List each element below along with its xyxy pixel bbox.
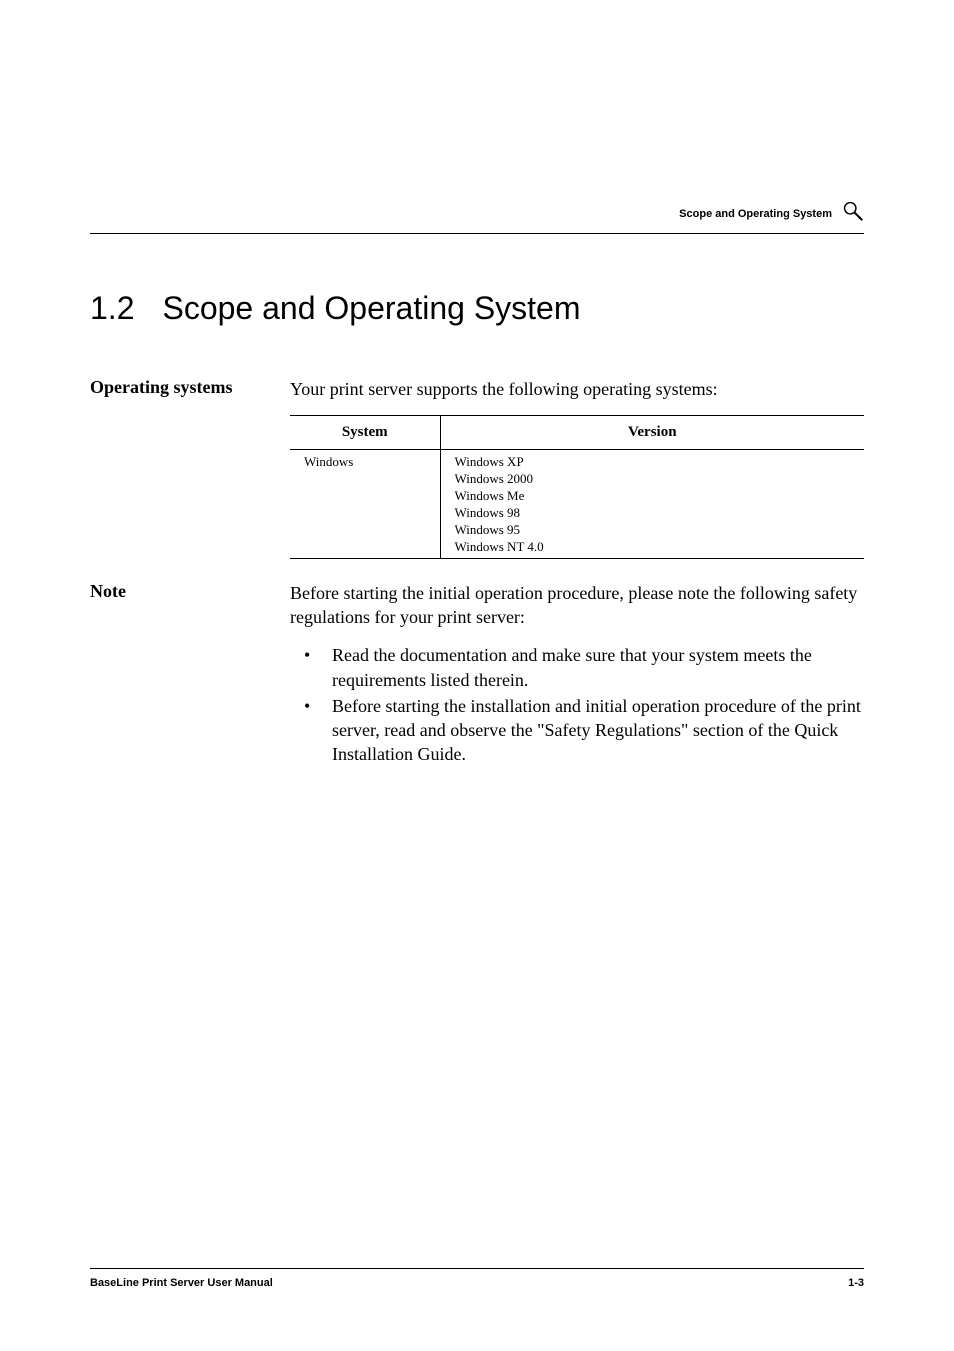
version-item: Windows NT 4.0: [455, 539, 851, 556]
list-item: Before starting the installation and ini…: [290, 694, 864, 767]
os-table: System Version Windows Windows XP Window…: [290, 415, 864, 558]
section-heading: 1.2 Scope and Operating System: [90, 290, 864, 327]
running-header: Scope and Operating System: [90, 200, 864, 234]
footer-row: BaseLine Print Server User Manual 1-3: [90, 1277, 864, 1289]
table-cell-system: Windows: [290, 450, 440, 558]
note-body: Before starting the initial operation pr…: [290, 581, 864, 769]
table-header-version: Version: [440, 416, 864, 450]
magnifier-icon: [842, 200, 864, 227]
operating-systems-row: Operating systems Your print server supp…: [90, 377, 864, 559]
table-header-system: System: [290, 416, 440, 450]
footer-manual-title: BaseLine Print Server User Manual: [90, 1277, 273, 1289]
note-paragraph: Before starting the initial operation pr…: [290, 581, 864, 630]
version-item: Windows Me: [455, 488, 851, 505]
margin-label-note: Note: [90, 581, 290, 769]
footer-page-number: 1-3: [848, 1277, 864, 1289]
note-row: Note Before starting the initial operati…: [90, 581, 864, 769]
version-item: Windows 95: [455, 522, 851, 539]
margin-label-operating-systems: Operating systems: [90, 377, 290, 559]
page-footer: BaseLine Print Server User Manual 1-3: [90, 1268, 864, 1289]
version-item: Windows XP: [455, 454, 851, 471]
operating-systems-body: Your print server supports the following…: [290, 377, 864, 559]
section-title: Scope and Operating System: [162, 290, 580, 326]
intro-paragraph: Your print server supports the following…: [290, 377, 864, 401]
note-bullet-list: Read the documentation and make sure tha…: [290, 643, 864, 766]
list-item: Read the documentation and make sure tha…: [290, 643, 864, 692]
document-page: Scope and Operating System 1.2 Scope and …: [0, 0, 954, 1351]
version-item: Windows 2000: [455, 471, 851, 488]
version-item: Windows 98: [455, 505, 851, 522]
table-header-row: System Version: [290, 416, 864, 450]
table-row: Windows Windows XP Windows 2000 Windows …: [290, 450, 864, 558]
section-number: 1.2: [90, 290, 134, 327]
running-header-text: Scope and Operating System: [679, 208, 832, 220]
footer-rule: [90, 1268, 864, 1269]
header-rule: [90, 233, 864, 234]
table-cell-versions: Windows XP Windows 2000 Windows Me Windo…: [440, 450, 864, 558]
